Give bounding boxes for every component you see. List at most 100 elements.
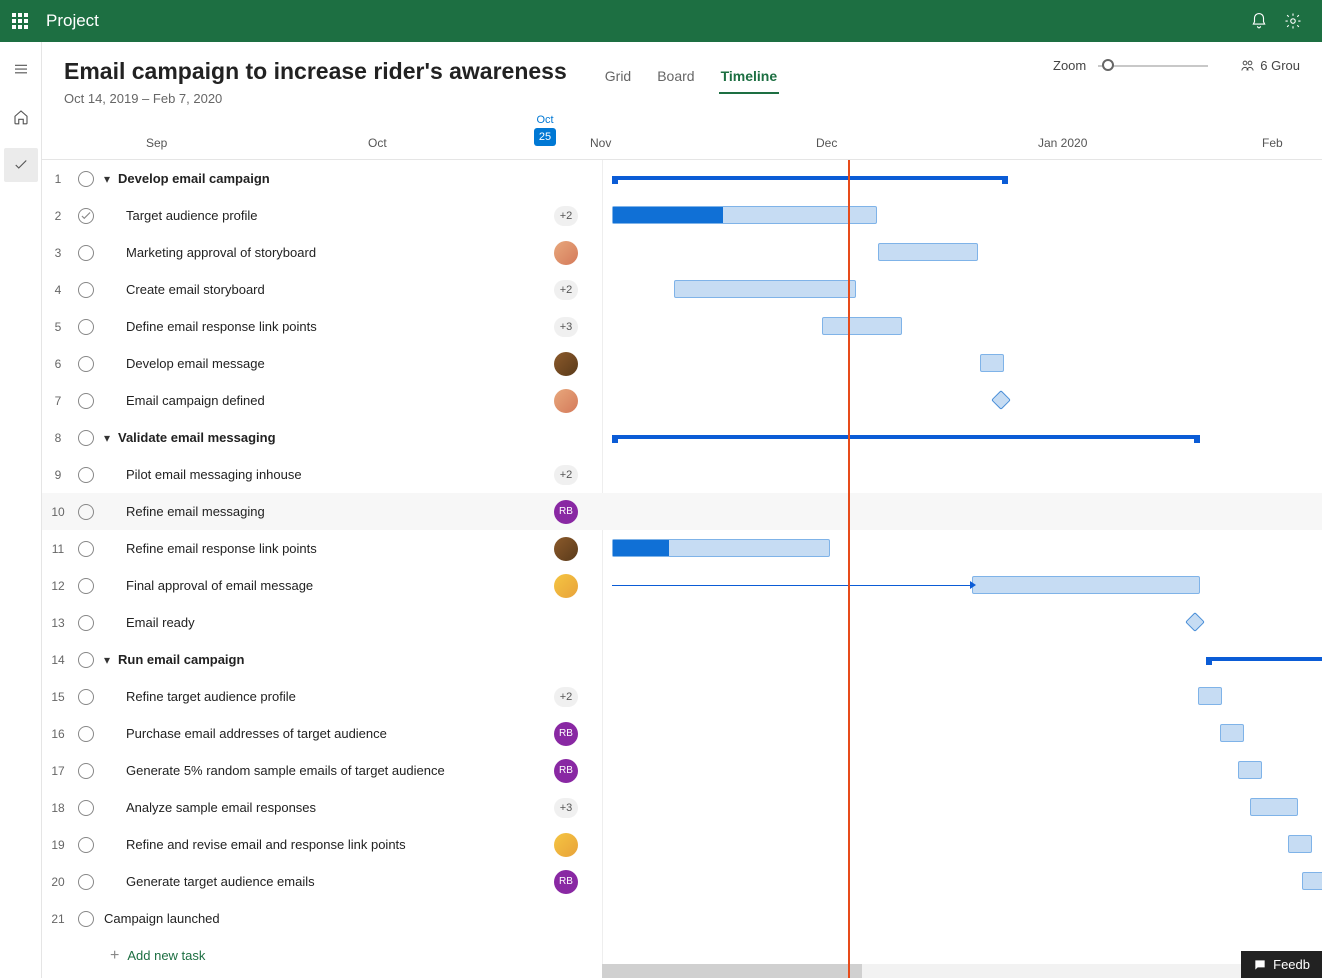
avatar[interactable] (554, 537, 578, 561)
task-bar[interactable] (1288, 835, 1312, 853)
status-circle[interactable] (78, 245, 94, 261)
today-indicator[interactable]: Oct 25 (534, 114, 556, 146)
task-name[interactable]: Refine and revise email and response lin… (126, 837, 406, 852)
task-bar[interactable] (674, 280, 856, 298)
task-name[interactable]: Email ready (126, 615, 195, 630)
task-name[interactable]: Refine email messaging (126, 504, 265, 519)
task-row[interactable]: 7 Email campaign defined (42, 382, 1322, 419)
task-row[interactable]: 16 Purchase email addresses of target au… (42, 715, 1322, 752)
task-name[interactable]: Generate 5% random sample emails of targ… (126, 763, 445, 778)
tab-grid[interactable]: Grid (603, 64, 633, 94)
milestone[interactable] (991, 390, 1011, 410)
task-name[interactable]: Email campaign defined (126, 393, 265, 408)
chevron-down-icon[interactable]: ▾ (104, 431, 118, 445)
status-circle[interactable] (78, 837, 94, 853)
task-bar[interactable] (1198, 687, 1222, 705)
status-circle[interactable] (78, 689, 94, 705)
summary-bar[interactable] (612, 176, 1008, 180)
task-name[interactable]: Validate email messaging (118, 430, 276, 445)
task-bar[interactable] (822, 317, 902, 335)
avatar[interactable] (554, 574, 578, 598)
status-circle[interactable] (78, 726, 94, 742)
zoom-slider[interactable] (1098, 65, 1208, 67)
feedback-button[interactable]: Feedb (1241, 951, 1322, 978)
task-name[interactable]: Create email storyboard (126, 282, 265, 297)
status-circle[interactable] (78, 800, 94, 816)
task-row[interactable]: 13 Email ready (42, 604, 1322, 641)
task-name[interactable]: Develop email message (126, 356, 265, 371)
task-bar[interactable] (878, 243, 978, 261)
avatar[interactable] (554, 352, 578, 376)
status-circle[interactable] (78, 541, 94, 557)
status-circle[interactable] (78, 393, 94, 409)
chevron-down-icon[interactable]: ▾ (104, 172, 118, 186)
task-row[interactable]: 1 ▾ Develop email campaign (42, 160, 1322, 197)
task-bar[interactable] (980, 354, 1004, 372)
task-row[interactable]: 10 Refine email messaging RB (42, 493, 1322, 530)
task-name[interactable]: Refine email response link points (126, 541, 317, 556)
status-circle[interactable] (78, 504, 94, 520)
avatar[interactable]: RB (554, 722, 578, 746)
task-row[interactable]: 3 Marketing approval of storyboard (42, 234, 1322, 271)
task-name[interactable]: Define email response link points (126, 319, 317, 334)
status-circle[interactable] (78, 467, 94, 483)
add-task-button[interactable]: +Add new task (110, 947, 205, 965)
task-row[interactable]: 5 Define email response link points +3 (42, 308, 1322, 345)
status-circle[interactable] (78, 282, 94, 298)
summary-bar[interactable] (1206, 657, 1322, 661)
status-circle[interactable] (78, 763, 94, 779)
task-name[interactable]: Develop email campaign (118, 171, 270, 186)
task-bar[interactable] (612, 206, 877, 224)
status-circle[interactable] (78, 874, 94, 890)
task-row[interactable]: 14 ▾ Run email campaign (42, 641, 1322, 678)
task-name[interactable]: Refine target audience profile (126, 689, 296, 704)
avatar[interactable] (554, 833, 578, 857)
task-bar[interactable] (972, 576, 1200, 594)
home-button[interactable] (4, 100, 38, 134)
task-row[interactable]: 9 Pilot email messaging inhouse +2 (42, 456, 1322, 493)
task-row[interactable]: 11 Refine email response link points (42, 530, 1322, 567)
status-circle[interactable] (78, 652, 94, 668)
status-circle[interactable] (78, 319, 94, 335)
zoom-handle[interactable] (1102, 59, 1114, 71)
menu-button[interactable] (4, 52, 38, 86)
task-name[interactable]: Generate target audience emails (126, 874, 315, 889)
task-row[interactable]: 19 Refine and revise email and response … (42, 826, 1322, 863)
task-name[interactable]: Pilot email messaging inhouse (126, 467, 302, 482)
status-circle[interactable] (78, 430, 94, 446)
tab-board[interactable]: Board (655, 64, 696, 94)
task-row[interactable]: 12 Final approval of email message (42, 567, 1322, 604)
avatar[interactable]: RB (554, 870, 578, 894)
assignee-count[interactable]: +3 (554, 317, 578, 337)
group-button[interactable]: 6 Grou (1240, 58, 1300, 73)
task-name[interactable]: Campaign launched (104, 911, 220, 926)
task-bar[interactable] (1302, 872, 1322, 890)
status-circle[interactable] (78, 911, 94, 927)
assignee-count[interactable]: +2 (554, 687, 578, 707)
status-circle[interactable] (78, 171, 94, 187)
task-row[interactable]: 20 Generate target audience emails RB (42, 863, 1322, 900)
assignee-count[interactable]: +2 (554, 206, 578, 226)
tasks-button[interactable] (4, 148, 38, 182)
app-launcher-icon[interactable] (12, 13, 28, 29)
task-name[interactable]: Final approval of email message (126, 578, 313, 593)
task-bar[interactable] (1250, 798, 1298, 816)
task-row[interactable]: 21 Campaign launched (42, 900, 1322, 937)
task-row[interactable]: 2 Target audience profile +2 (42, 197, 1322, 234)
summary-bar[interactable] (612, 435, 1200, 439)
task-row[interactable]: 15 Refine target audience profile +2 (42, 678, 1322, 715)
task-bar[interactable] (1220, 724, 1244, 742)
assignee-count[interactable]: +3 (554, 798, 578, 818)
status-circle[interactable] (78, 356, 94, 372)
status-circle[interactable] (78, 615, 94, 631)
task-row[interactable]: 6 Develop email message (42, 345, 1322, 382)
assignee-count[interactable]: +2 (554, 465, 578, 485)
chevron-down-icon[interactable]: ▾ (104, 653, 118, 667)
project-title[interactable]: Email campaign to increase rider's aware… (64, 58, 567, 85)
task-row[interactable]: 8 ▾ Validate email messaging (42, 419, 1322, 456)
task-row[interactable]: 17 Generate 5% random sample emails of t… (42, 752, 1322, 789)
avatar[interactable]: RB (554, 759, 578, 783)
task-name[interactable]: Marketing approval of storyboard (126, 245, 316, 260)
task-bar[interactable] (612, 539, 830, 557)
task-name[interactable]: Analyze sample email responses (126, 800, 316, 815)
